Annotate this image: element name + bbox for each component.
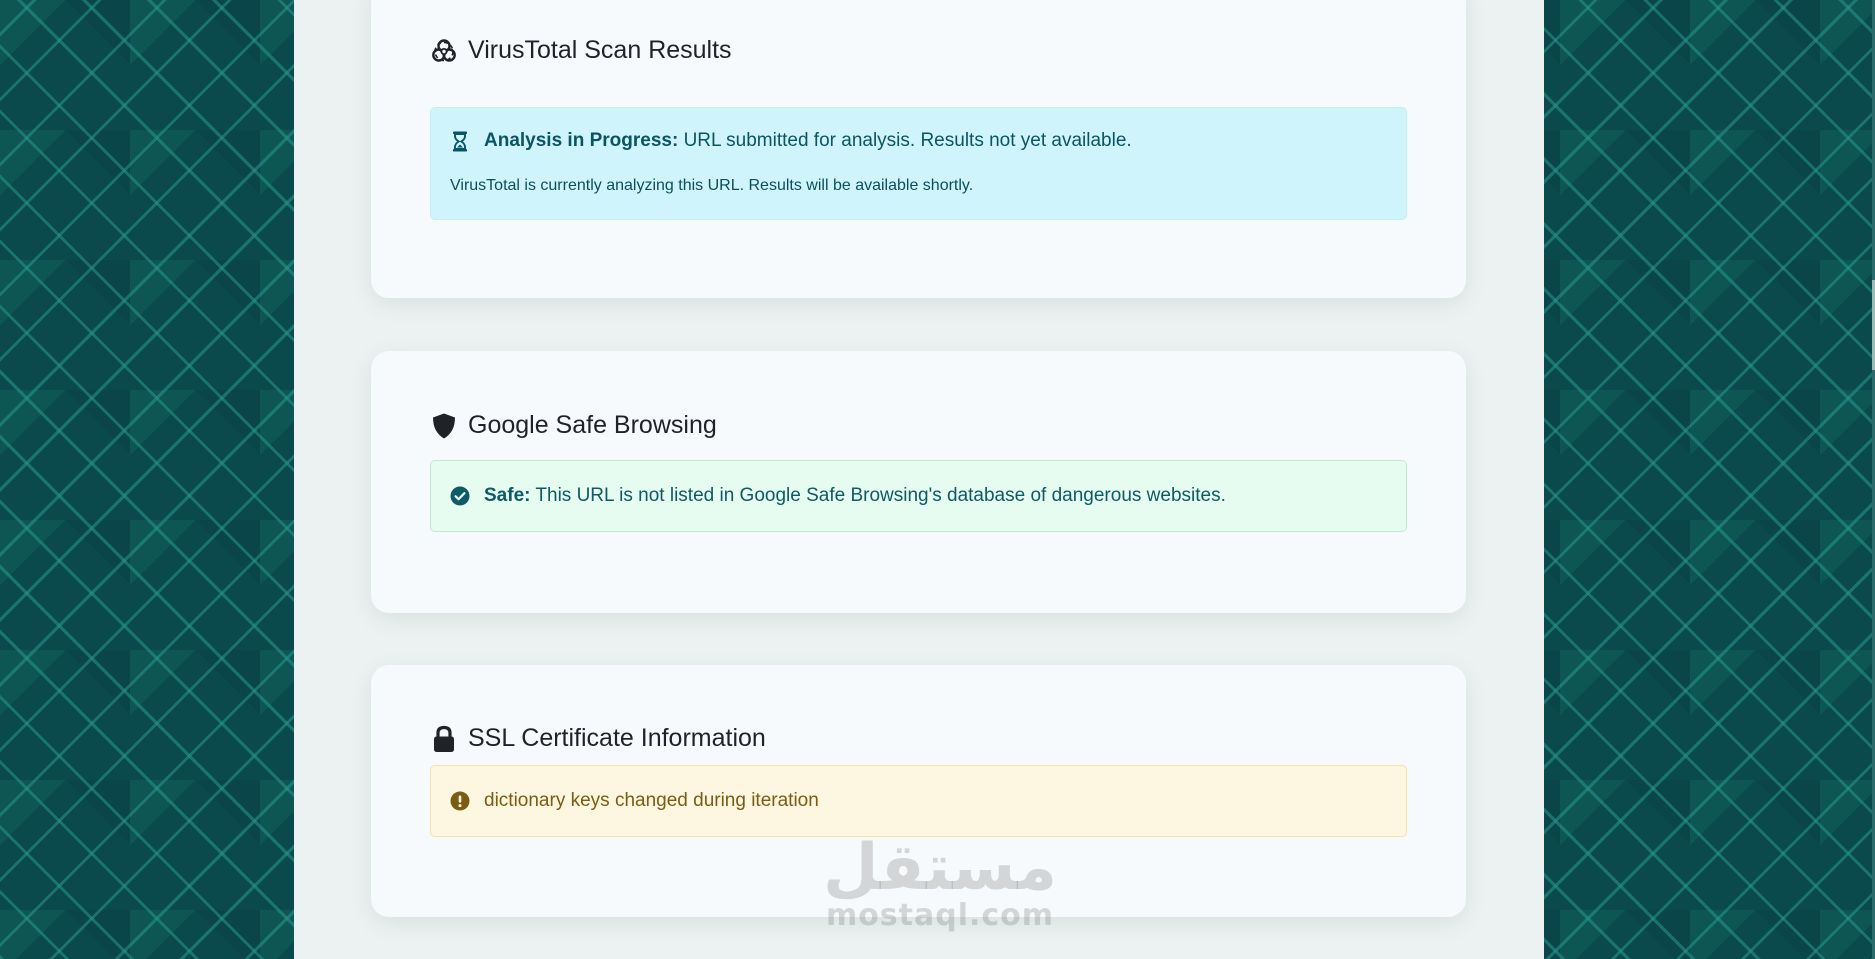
safe-browsing-status-alert: Safe: This URL is not listed in Google S… [430, 460, 1407, 532]
virustotal-card: VirusTotal Scan Results Analysis in Prog… [371, 0, 1466, 298]
virustotal-status-alert: Analysis in Progress: URL submitted for … [430, 107, 1407, 220]
virustotal-status-detail: VirusTotal is currently analyzing this U… [450, 177, 974, 194]
safe-browsing-status-message: This URL is not listed in Google Safe Br… [530, 485, 1226, 506]
page-column: VirusTotal Scan Results Analysis in Prog… [294, 0, 1544, 959]
hourglass-icon [450, 131, 470, 151]
exclamation-circle-icon [450, 791, 470, 811]
virustotal-title-text: VirusTotal Scan Results [468, 36, 732, 64]
safe-browsing-card: Google Safe Browsing Safe: This URL is n… [371, 351, 1466, 613]
ssl-title: SSL Certificate Information [430, 724, 766, 753]
ssl-title-text: SSL Certificate Information [468, 724, 766, 752]
virustotal-title: VirusTotal Scan Results [430, 36, 732, 65]
check-circle-icon [450, 486, 470, 506]
safe-browsing-status-label: Safe: [484, 485, 531, 506]
safe-browsing-title-text: Google Safe Browsing [468, 411, 717, 439]
shield-icon [430, 412, 458, 440]
virustotal-status-message: URL submitted for analysis. Results not … [678, 130, 1132, 151]
biohazard-icon [430, 37, 458, 65]
ssl-card: SSL Certificate Information dictionary k… [371, 665, 1466, 917]
lock-icon [430, 725, 458, 753]
ssl-error-alert: dictionary keys changed during iteration [430, 765, 1407, 837]
safe-browsing-title: Google Safe Browsing [430, 411, 717, 440]
virustotal-status-label: Analysis in Progress: [484, 130, 679, 151]
ssl-error-message: dictionary keys changed during iteration [484, 790, 819, 811]
